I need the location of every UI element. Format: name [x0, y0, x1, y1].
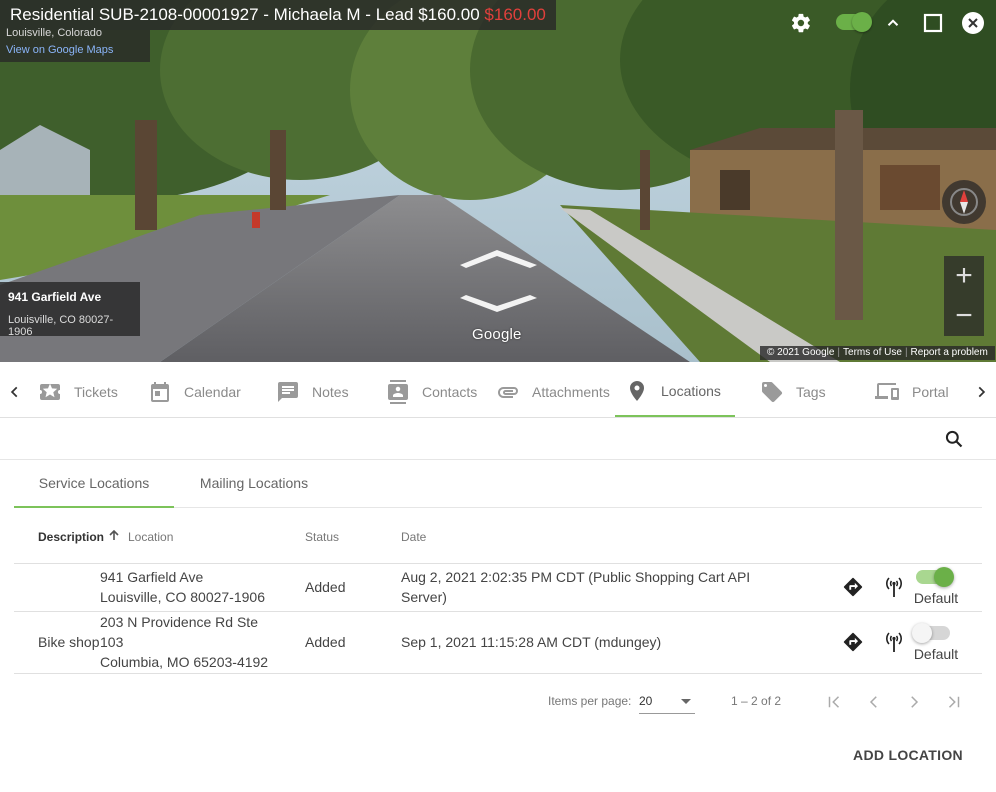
cell-status: Added	[305, 634, 346, 650]
add-location-button[interactable]: ADD LOCATION	[846, 738, 970, 772]
sort-arrow-up-icon[interactable]	[108, 529, 120, 544]
tag-icon	[762, 382, 783, 403]
items-per-page-label: Items per page:	[548, 694, 632, 708]
tab-service-locations[interactable]: Service Locations	[14, 460, 174, 508]
search-icon[interactable]	[942, 427, 966, 451]
street-view-panorama[interactable]: Residential SUB-2108-00001927 - Michaela…	[0, 0, 996, 362]
paperclip-icon	[498, 387, 518, 398]
zoom-out-button[interactable]: −	[944, 296, 984, 336]
copyright-text: © 2021 Google	[767, 347, 835, 358]
tab-label: Attachments	[532, 384, 610, 400]
tab-portal[interactable]: Portal	[864, 366, 959, 418]
page-range-label: 1 – 2 of 2	[731, 694, 782, 708]
tab-label: Tags	[796, 384, 826, 400]
next-page-icon[interactable]	[902, 690, 926, 714]
settings-gear-icon[interactable]	[788, 10, 814, 36]
map-pin-icon	[630, 380, 644, 401]
cell-location-line1: 941 Garfield Ave	[100, 569, 204, 585]
app-window: Residential SUB-2108-00001927 - Michaela…	[0, 0, 996, 792]
compass-icon[interactable]	[942, 180, 986, 224]
tab-label: Tickets	[74, 384, 118, 400]
cell-date: Aug 2, 2021 2:02:35 PM CDT (Public Shopp…	[401, 569, 751, 605]
directions-icon[interactable]	[840, 574, 866, 600]
cell-description: Bike shop	[38, 634, 100, 650]
chevron-right-icon[interactable]	[966, 366, 996, 418]
table-header: Description Location Status Date	[14, 508, 982, 564]
tab-tickets[interactable]: Tickets	[28, 366, 128, 418]
calendar-icon	[151, 382, 169, 402]
cell-location-line3: Columbia, MO 65203-4192	[100, 654, 269, 670]
column-header-location[interactable]: Location	[128, 530, 173, 544]
contact-card-icon	[388, 380, 408, 404]
record-tabs: Tickets Calendar Notes Contacts Attachme…	[0, 366, 996, 418]
devices-icon	[875, 383, 899, 400]
items-per-page-value: 20	[639, 694, 653, 708]
maximize-icon[interactable]	[920, 10, 946, 36]
tab-mailing-locations[interactable]: Mailing Locations	[184, 460, 324, 508]
tab-tags[interactable]: Tags	[750, 366, 836, 418]
close-icon[interactable]	[960, 10, 986, 36]
dropdown-arrow-icon	[681, 699, 691, 704]
cell-status: Added	[305, 579, 346, 595]
last-page-icon[interactable]	[942, 690, 966, 714]
record-amount-red: $160.00	[484, 5, 546, 24]
street-view-address-card: 941 Garfield Ave Louisville, CO 80027-19…	[0, 282, 140, 338]
address-card-title: 941 Garfield Ave	[8, 290, 102, 304]
place-info-card: Louisville, Colorado View on Google Maps	[0, 28, 150, 62]
record-title: Residential SUB-2108-00001927 - Michaela…	[10, 5, 480, 24]
cell-date: Sep 1, 2021 11:15:28 AM CDT (mdungey)	[401, 634, 662, 650]
tab-label: Notes	[312, 384, 349, 400]
column-header-description[interactable]: Description	[38, 530, 104, 544]
antenna-signal-icon[interactable]	[882, 574, 906, 600]
table-row[interactable]: 941 Garfield Ave Louisville, CO 80027-19…	[14, 564, 982, 612]
default-toggle-cell[interactable]: Default	[912, 567, 960, 608]
address-card-subtitle: Louisville, CO 80027-1906	[8, 314, 114, 338]
tab-attachments[interactable]: Attachments	[486, 366, 620, 418]
view-on-google-maps-link[interactable]: View on Google Maps	[6, 43, 144, 57]
column-header-status[interactable]: Status	[305, 530, 339, 544]
tab-label: Locations	[661, 382, 721, 399]
search-toolbar	[0, 418, 996, 460]
tab-label: Contacts	[422, 384, 478, 400]
paginator: Items per page: 20 1 – 2 of 2	[0, 680, 996, 724]
record-title-bar: Residential SUB-2108-00001927 - Michaela…	[0, 0, 556, 30]
items-per-page-select[interactable]: 20	[639, 688, 695, 714]
zoom-controls: + −	[944, 256, 984, 336]
tab-label: Portal	[912, 384, 949, 400]
tab-calendar[interactable]: Calendar	[138, 366, 251, 418]
column-header-date[interactable]: Date	[401, 530, 426, 544]
previous-page-icon[interactable]	[862, 690, 886, 714]
cell-location-line2: Louisville, CO 80027-1906	[100, 589, 265, 605]
chevron-up-icon[interactable]	[880, 10, 906, 36]
default-toggle-switch[interactable]	[912, 623, 950, 643]
tab-locations[interactable]: Locations	[615, 366, 735, 417]
tab-contacts[interactable]: Contacts	[376, 366, 487, 418]
chevron-left-icon[interactable]	[0, 366, 30, 418]
google-logo: Google	[472, 326, 522, 343]
locations-table: Description Location Status Date 941 Gar…	[14, 508, 982, 674]
star-ticket-icon	[40, 383, 60, 400]
directions-icon[interactable]	[840, 629, 866, 655]
cell-location-line2: 103	[100, 634, 124, 650]
report-problem-link[interactable]: Report a problem	[908, 347, 991, 358]
table-row[interactable]: Bike shop 203 N Providence Rd Ste 103 Co…	[14, 612, 982, 674]
antenna-signal-icon[interactable]	[882, 629, 906, 655]
default-toggle-switch[interactable]	[916, 567, 954, 587]
header-toggle-switch[interactable]	[836, 12, 872, 32]
first-page-icon[interactable]	[822, 690, 846, 714]
zoom-in-button[interactable]: +	[944, 256, 984, 296]
map-attribution: © 2021 Google | Terms of Use | Report a prob…	[760, 346, 995, 360]
default-toggle-cell[interactable]: Default	[912, 623, 960, 664]
default-label: Default	[913, 646, 959, 662]
default-label: Default	[913, 590, 959, 606]
tab-label: Calendar	[184, 384, 241, 400]
location-type-tabs: Service Locations Mailing Locations	[14, 460, 982, 508]
tab-notes[interactable]: Notes	[266, 366, 359, 418]
comment-icon	[278, 382, 298, 402]
terms-of-use-link[interactable]: Terms of Use	[840, 347, 905, 358]
cell-location-line1: 203 N Providence Rd Ste	[100, 614, 258, 630]
place-subtitle: Louisville, Colorado	[6, 28, 102, 39]
